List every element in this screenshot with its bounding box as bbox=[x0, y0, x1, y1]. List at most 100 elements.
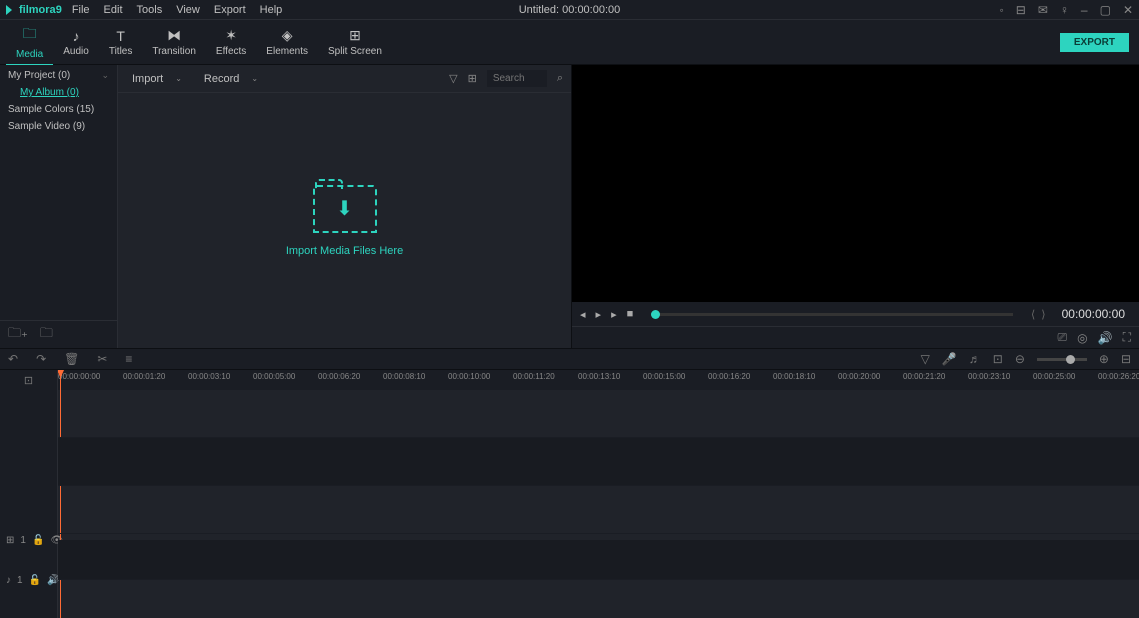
search-icon[interactable]: ⌕ bbox=[557, 72, 563, 85]
timeline-ruler[interactable]: 00:00:00:0000:00:01:2000:00:03:1000:00:0… bbox=[58, 370, 1139, 390]
ruler-mark: 00:00:26:20 bbox=[1098, 372, 1139, 381]
menu-export[interactable]: Export bbox=[214, 4, 246, 16]
menu-view[interactable]: View bbox=[176, 4, 200, 16]
timeline-track-row[interactable] bbox=[58, 438, 1139, 486]
timeline-track-row[interactable] bbox=[58, 390, 1139, 438]
tree-sample-video[interactable]: Sample Video (9) bbox=[0, 118, 117, 135]
titlebar: filmora9 File Edit Tools View Export Hel… bbox=[0, 0, 1139, 20]
ruler-mark: 00:00:20:00 bbox=[838, 372, 880, 381]
timeline-video-track[interactable] bbox=[58, 540, 1139, 580]
tab-audio[interactable]: ♪ Audio bbox=[53, 24, 99, 61]
prev-frame-button[interactable]: ◂ bbox=[580, 308, 586, 321]
drop-zone-label: Import Media Files Here bbox=[286, 245, 403, 257]
marker-icon[interactable]: ▽ bbox=[921, 352, 930, 366]
tab-split-screen[interactable]: ⊞ Split Screen bbox=[318, 23, 392, 61]
timeline-tracks-area[interactable]: 00:00:00:0000:00:01:2000:00:03:1000:00:0… bbox=[58, 370, 1139, 618]
messages-icon[interactable]: ⊟ bbox=[1016, 3, 1026, 17]
add-folder-icon[interactable]: 🗀₊ bbox=[8, 324, 28, 346]
video-track-icon: ⊞ bbox=[6, 535, 14, 546]
grid-view-icon[interactable]: ⊞ bbox=[468, 72, 477, 85]
timeline-audio-track[interactable] bbox=[58, 586, 1139, 618]
minimize-button[interactable]: – bbox=[1081, 3, 1088, 17]
record-dropdown[interactable]: Record ⌄ bbox=[198, 71, 264, 87]
tab-transition[interactable]: ⧓ Transition bbox=[142, 23, 206, 61]
search-input[interactable] bbox=[487, 70, 547, 87]
timeline-settings-icon[interactable]: ⊡ bbox=[24, 374, 33, 387]
close-button[interactable]: ✕ bbox=[1123, 3, 1133, 17]
ruler-mark: 00:00:21:20 bbox=[903, 372, 945, 381]
tree-sample-colors[interactable]: Sample Colors (15) bbox=[0, 101, 117, 118]
mail-icon[interactable]: ✉ bbox=[1038, 3, 1048, 17]
video-track-header[interactable]: ⊞ 1 🔓 👁 bbox=[0, 520, 57, 560]
undo-button[interactable]: ↶ bbox=[8, 352, 18, 366]
split-icon: ⊞ bbox=[349, 27, 361, 44]
ruler-mark: 00:00:00:00 bbox=[58, 372, 100, 381]
menu-help[interactable]: Help bbox=[260, 4, 283, 16]
zoom-in-icon[interactable]: ⊕ bbox=[1099, 352, 1109, 366]
chevron-down-icon: ⌄ bbox=[101, 70, 109, 81]
ruler-mark: 00:00:11:20 bbox=[513, 372, 555, 381]
mixer-icon[interactable]: ♬ bbox=[969, 352, 981, 366]
volume-icon[interactable]: 🔊 bbox=[1098, 331, 1113, 345]
download-arrow-icon: ⬇ bbox=[336, 196, 353, 221]
chevron-down-icon: ⌄ bbox=[175, 74, 182, 83]
delete-button[interactable]: 🗑 bbox=[64, 352, 79, 366]
tree-my-project[interactable]: My Project (0) ⌄ bbox=[0, 67, 117, 84]
tab-media[interactable]: 🗀 Media bbox=[6, 19, 53, 66]
quality-icon[interactable]: ⎚ bbox=[1058, 330, 1068, 345]
preview-timecode: 00:00:00:00 bbox=[1056, 307, 1131, 321]
ruler-mark: 00:00:18:10 bbox=[773, 372, 815, 381]
maximize-button[interactable]: ▢ bbox=[1100, 3, 1111, 17]
user-icon[interactable]: ◦ bbox=[1000, 3, 1004, 17]
main-menu: File Edit Tools View Export Help bbox=[72, 4, 282, 16]
zoom-slider[interactable] bbox=[1037, 358, 1087, 361]
timeline-track-row[interactable] bbox=[58, 486, 1139, 534]
zoom-out-icon[interactable]: ⊖ bbox=[1015, 352, 1025, 366]
preview-panel: ◂ ▸ ▸ ■ ⟨ ⟩ 00:00:00:00 ⎚ ◎ 🔊 ⛶ bbox=[572, 65, 1139, 348]
preview-viewport[interactable] bbox=[572, 65, 1139, 302]
tab-titles[interactable]: T Titles bbox=[99, 24, 143, 61]
mic-icon[interactable]: 🎤 bbox=[942, 352, 957, 366]
window-controls: ◦ ⊟ ✉ ♀ – ▢ ✕ bbox=[1000, 3, 1133, 17]
menu-edit[interactable]: Edit bbox=[104, 4, 123, 16]
media-drop-zone[interactable]: ⬇ Import Media Files Here bbox=[118, 93, 571, 348]
elements-icon: ◈ bbox=[282, 27, 293, 44]
cut-button[interactable]: ✂ bbox=[97, 352, 107, 366]
adjust-button[interactable]: ≡ bbox=[125, 352, 132, 366]
ruler-mark: 00:00:05:00 bbox=[253, 372, 295, 381]
open-folder-icon[interactable]: 🗀 bbox=[40, 324, 53, 346]
redo-button[interactable]: ↷ bbox=[36, 352, 46, 366]
mark-out-button[interactable]: ⟩ bbox=[1041, 308, 1045, 321]
next-frame-button[interactable]: ▸ bbox=[611, 308, 617, 321]
folder-icon: 🗀 bbox=[23, 23, 37, 47]
export-button[interactable]: EXPORT bbox=[1060, 33, 1129, 52]
tab-effects[interactable]: ✶ Effects bbox=[206, 23, 256, 61]
stop-button[interactable]: ■ bbox=[627, 308, 634, 320]
category-toolbar: 🗀 Media ♪ Audio T Titles ⧓ Transition ✶ … bbox=[0, 20, 1139, 65]
mark-in-button[interactable]: ⟨ bbox=[1031, 308, 1035, 321]
ruler-mark: 00:00:15:00 bbox=[643, 372, 685, 381]
tree-my-album[interactable]: My Album (0) bbox=[0, 84, 117, 101]
play-button[interactable]: ▸ bbox=[596, 308, 602, 321]
effects-icon: ✶ bbox=[225, 27, 237, 44]
playback-progress[interactable] bbox=[651, 313, 1013, 316]
tab-elements[interactable]: ◈ Elements bbox=[256, 23, 318, 61]
notification-icon[interactable]: ♀ bbox=[1060, 3, 1069, 17]
ruler-mark: 00:00:16:20 bbox=[708, 372, 750, 381]
zoom-fit-icon[interactable]: ⊟ bbox=[1121, 352, 1131, 366]
render-icon[interactable]: ⊡ bbox=[993, 352, 1003, 366]
audio-track-header[interactable]: ♪ 1 🔓 🔊 bbox=[0, 560, 57, 600]
filter-icon[interactable]: ▽ bbox=[449, 72, 457, 85]
import-dropdown[interactable]: Import ⌄ bbox=[126, 71, 188, 87]
lock-icon[interactable]: 🔓 bbox=[32, 535, 44, 546]
snapshot-icon[interactable]: ◎ bbox=[1077, 331, 1087, 345]
menu-tools[interactable]: Tools bbox=[137, 4, 163, 16]
lock-icon[interactable]: 🔓 bbox=[29, 575, 41, 586]
edit-toolbar: ↶ ↷ 🗑 ✂ ≡ ▽ 🎤 ♬ ⊡ ⊖ ⊕ ⊟ bbox=[0, 348, 1139, 370]
fullscreen-icon[interactable]: ⛶ bbox=[1123, 330, 1131, 345]
ruler-mark: 00:00:03:10 bbox=[188, 372, 230, 381]
project-tree-panel: My Project (0) ⌄ My Album (0) Sample Col… bbox=[0, 65, 118, 348]
document-title: Untitled: 00:00:00:00 bbox=[519, 4, 621, 16]
text-icon: T bbox=[116, 28, 125, 44]
menu-file[interactable]: File bbox=[72, 4, 90, 16]
